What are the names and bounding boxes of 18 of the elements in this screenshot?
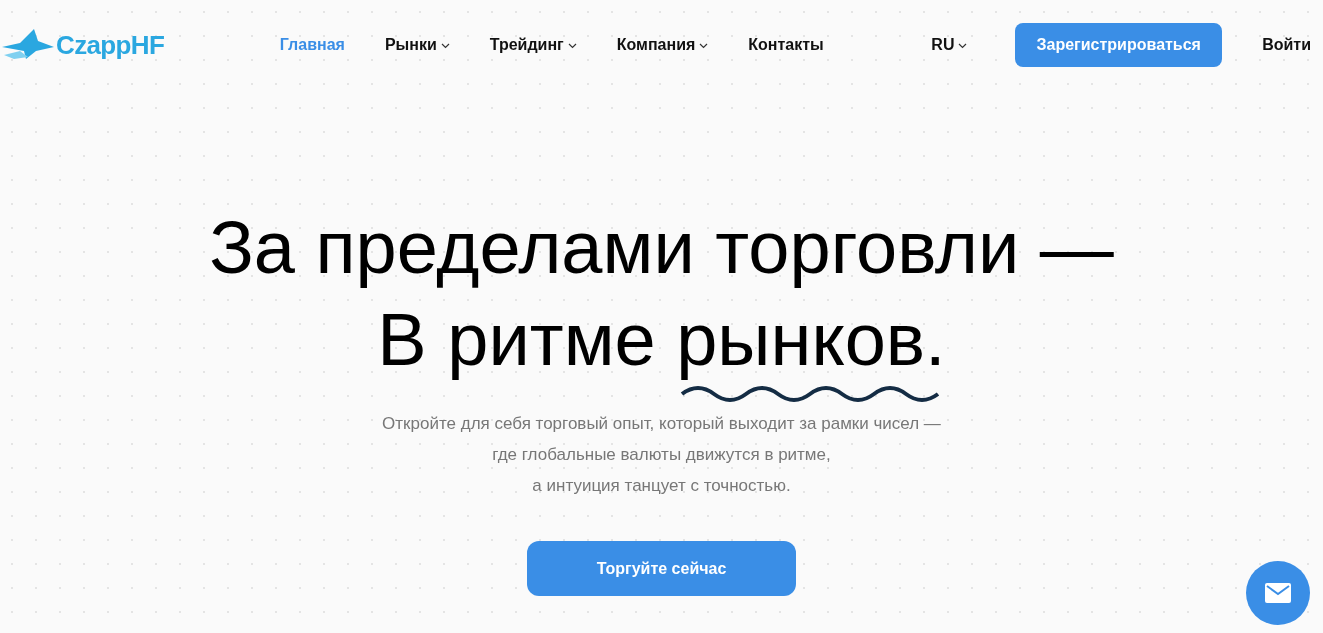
hero-subtitle: где глобальные валюты движутся в ритме,: [492, 444, 831, 466]
hero-title-line: В ритме: [377, 300, 657, 380]
hero-subtitle: Откройте для себя торговый опыт, который выходит за рамки чисел —: [382, 413, 941, 435]
chevron-down-icon: [440, 43, 450, 49]
nav-link[interactable]: Рынки: [384, 33, 450, 57]
login-button[interactable]: Войти: [1262, 33, 1311, 57]
chevron-down-icon: [567, 43, 577, 49]
chevron-down-icon: [699, 43, 709, 49]
hero-title-highlight: рынков.: [676, 300, 946, 380]
mail-icon: [1265, 583, 1291, 603]
nav-link[interactable]: Компания: [616, 33, 709, 57]
mail-button[interactable]: [1246, 561, 1310, 625]
chevron-down-icon: [958, 43, 968, 49]
hero-subtitle: а интуиция танцует с точностью.: [532, 475, 791, 497]
nav-link[interactable]: Трейдинг: [489, 33, 577, 57]
nav-link[interactable]: Контакты: [748, 33, 824, 57]
hero-title: За пределами торговли —: [209, 205, 1114, 291]
language-selector[interactable]: RU: [931, 33, 1016, 57]
